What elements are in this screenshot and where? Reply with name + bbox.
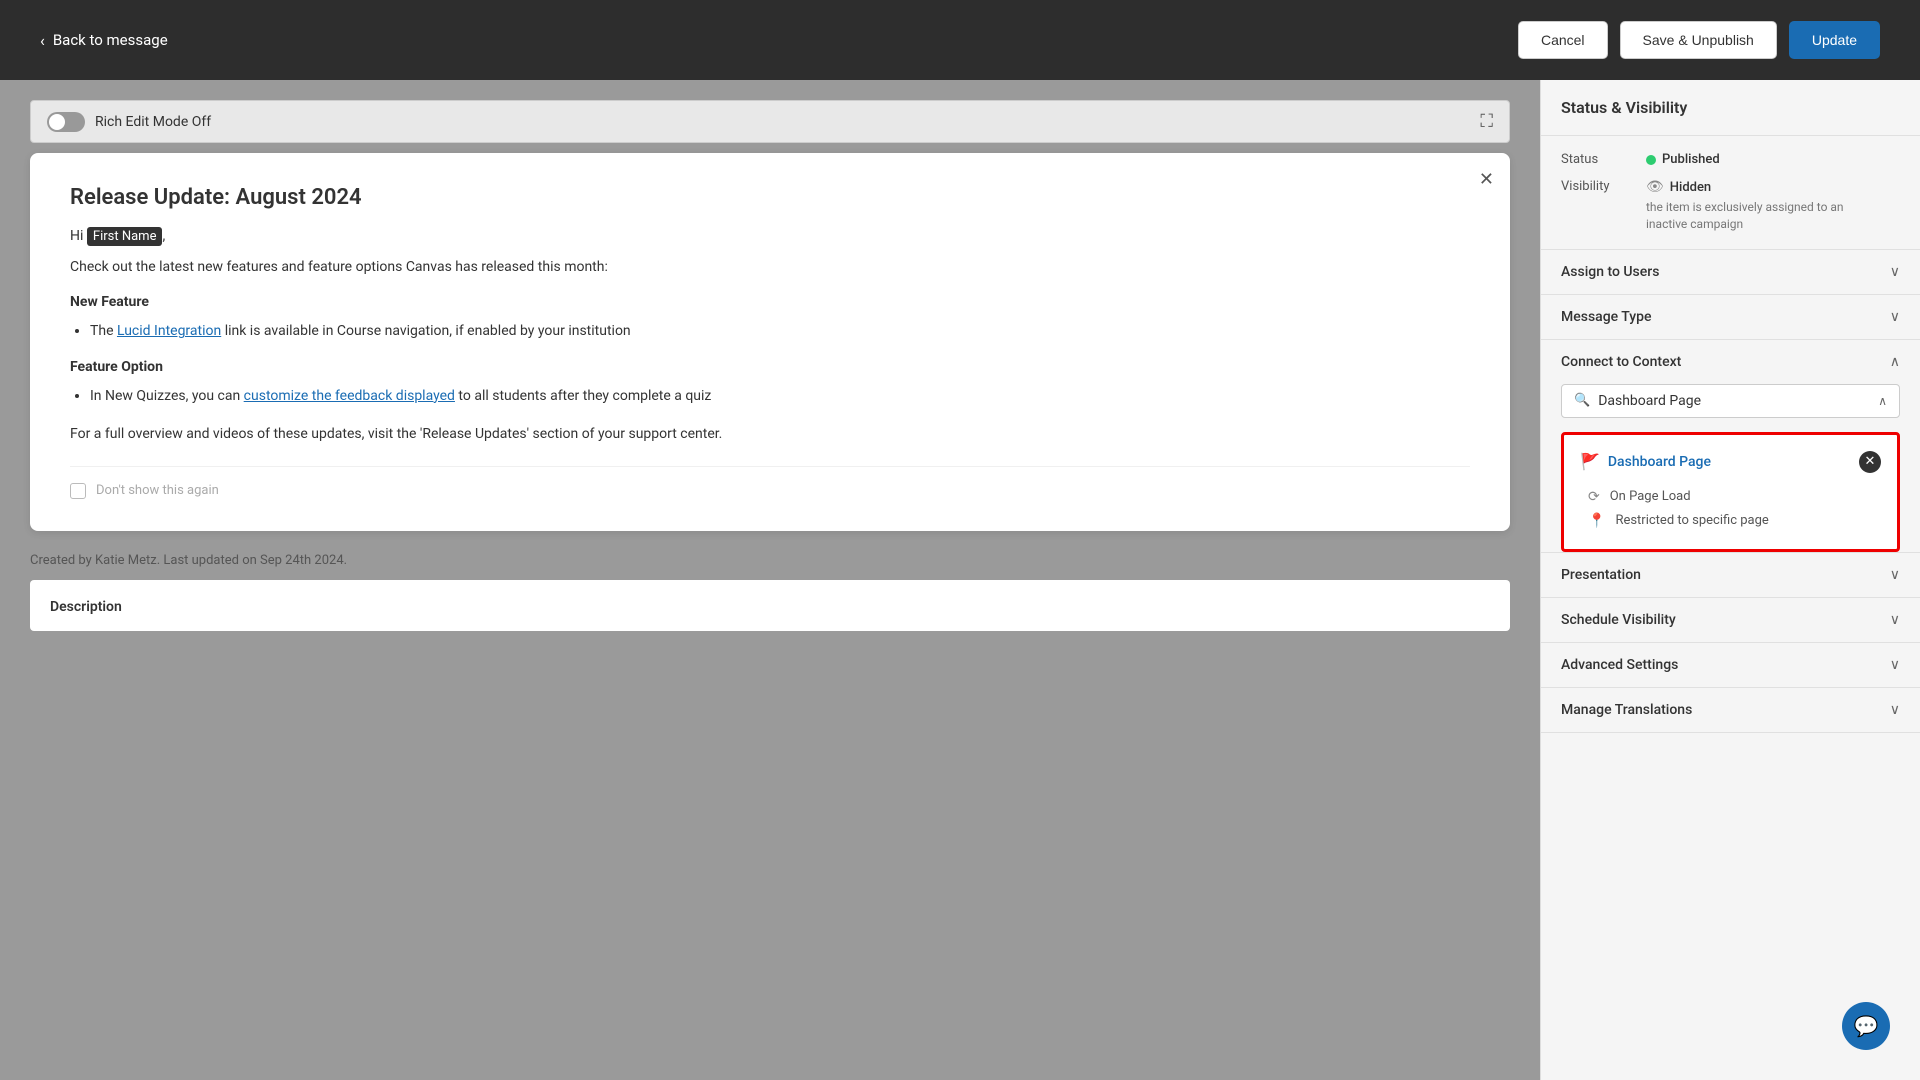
visibility-label: Visibility bbox=[1561, 179, 1646, 194]
back-chevron-icon: ‹ bbox=[40, 31, 45, 50]
restricted-page-item: 📍 Restricted to specific page bbox=[1580, 509, 1881, 533]
context-item-label: Dashboard Page bbox=[1608, 454, 1711, 470]
advanced-settings-header[interactable]: Advanced Settings ∨ bbox=[1541, 643, 1920, 687]
description-title: Description bbox=[50, 599, 122, 615]
message-type-header[interactable]: Message Type ∨ bbox=[1541, 295, 1920, 339]
top-bar-actions: Cancel Save & Unpublish Update bbox=[1518, 21, 1880, 59]
status-section: Status Published Visibility 👁 Hidden the… bbox=[1541, 136, 1920, 250]
status-row: Status Published bbox=[1561, 152, 1900, 167]
rich-edit-toggle[interactable]: Rich Edit Mode Off bbox=[47, 112, 211, 132]
accordion-advanced-settings: Advanced Settings ∨ bbox=[1541, 643, 1920, 688]
visibility-row: Visibility 👁 Hidden the item is exclusiv… bbox=[1561, 179, 1900, 233]
chat-icon: 💬 bbox=[1854, 1014, 1879, 1038]
connect-context-body: 🔍 Dashboard Page ∧ bbox=[1541, 384, 1920, 432]
message-title: Release Update: August 2024 bbox=[70, 185, 1470, 210]
message-close-button[interactable]: ✕ bbox=[1479, 169, 1494, 190]
save-unpublish-button[interactable]: Save & Unpublish bbox=[1620, 21, 1777, 59]
dont-show-row: Don't show this again bbox=[70, 466, 1470, 499]
section1-title: New Feature bbox=[70, 294, 1470, 310]
context-search-text: Dashboard Page bbox=[1598, 393, 1870, 409]
customize-feedback-link[interactable]: customize the feedback displayed bbox=[244, 388, 455, 404]
rich-edit-bar: Rich Edit Mode Off ⛶ bbox=[30, 100, 1510, 143]
manage-translations-chevron-icon: ∨ bbox=[1890, 702, 1900, 718]
description-section: Description bbox=[30, 580, 1510, 631]
on-page-load-label: On Page Load bbox=[1610, 489, 1691, 504]
context-dropdown: 🚩 Dashboard Page ✕ ⟳ On Page Load 📍 Rest… bbox=[1561, 432, 1900, 552]
rich-edit-toggle-switch[interactable] bbox=[47, 112, 85, 132]
accordion-manage-translations: Manage Translations ∨ bbox=[1541, 688, 1920, 733]
sidebar: Status & Visibility Status Published Vis… bbox=[1540, 80, 1920, 1080]
chat-button[interactable]: 💬 bbox=[1842, 1002, 1890, 1050]
rich-edit-label: Rich Edit Mode Off bbox=[95, 114, 211, 130]
lucid-integration-link[interactable]: Lucid Integration bbox=[117, 323, 221, 339]
context-search-chevron-icon: ∧ bbox=[1878, 394, 1887, 408]
expand-icon[interactable]: ⛶ bbox=[1480, 111, 1493, 132]
status-label: Status bbox=[1561, 152, 1646, 167]
visibility-content: 👁 Hidden the item is exclusively assigne… bbox=[1646, 179, 1866, 233]
back-to-message-link[interactable]: ‹ Back to message bbox=[40, 31, 168, 50]
section1-list: The Lucid Integration link is available … bbox=[90, 320, 1470, 342]
message-type-title: Message Type bbox=[1561, 309, 1652, 325]
accordion-presentation: Presentation ∨ bbox=[1541, 553, 1920, 598]
accordion-message-type: Message Type ∨ bbox=[1541, 295, 1920, 340]
flag-icon: 🚩 bbox=[1580, 452, 1600, 471]
status-published: Published bbox=[1646, 152, 1720, 167]
published-dot-icon bbox=[1646, 155, 1656, 165]
visibility-value: Hidden bbox=[1670, 180, 1711, 195]
main-content: Rich Edit Mode Off ⛶ ✕ Release Update: A… bbox=[0, 80, 1540, 1080]
assign-users-chevron-icon: ∨ bbox=[1890, 264, 1900, 280]
first-name-badge: First Name bbox=[87, 227, 163, 246]
message-greeting: Hi First Name, bbox=[70, 228, 1470, 244]
presentation-header[interactable]: Presentation ∨ bbox=[1541, 553, 1920, 597]
manage-translations-header[interactable]: Manage Translations ∨ bbox=[1541, 688, 1920, 732]
schedule-visibility-header[interactable]: Schedule Visibility ∨ bbox=[1541, 598, 1920, 642]
presentation-title: Presentation bbox=[1561, 567, 1641, 583]
message-type-chevron-icon: ∨ bbox=[1890, 309, 1900, 325]
schedule-visibility-chevron-icon: ∨ bbox=[1890, 612, 1900, 628]
list-item: In New Quizzes, you can customize the fe… bbox=[90, 385, 1470, 407]
context-search-bar[interactable]: 🔍 Dashboard Page ∧ bbox=[1561, 384, 1900, 418]
list-item: The Lucid Integration link is available … bbox=[90, 320, 1470, 342]
sidebar-header: Status & Visibility bbox=[1541, 80, 1920, 136]
advanced-settings-title: Advanced Settings bbox=[1561, 657, 1678, 673]
loader-icon: ⟳ bbox=[1588, 489, 1600, 505]
context-dropdown-item: 🚩 Dashboard Page ✕ bbox=[1580, 451, 1881, 473]
created-by-text: Created by Katie Metz. Last updated on S… bbox=[0, 541, 1540, 580]
top-bar: ‹ Back to message Cancel Save & Unpublis… bbox=[0, 0, 1920, 80]
visibility-description: the item is exclusively assigned to an i… bbox=[1646, 199, 1866, 233]
connect-context-chevron-icon: ∧ bbox=[1890, 354, 1900, 370]
on-page-load-item: ⟳ On Page Load bbox=[1580, 485, 1881, 509]
section2-list: In New Quizzes, you can customize the fe… bbox=[90, 385, 1470, 407]
update-button[interactable]: Update bbox=[1789, 21, 1880, 59]
accordion-connect-context: Connect to Context ∧ 🔍 Dashboard Page ∧ … bbox=[1541, 340, 1920, 553]
dont-show-label: Don't show this again bbox=[96, 483, 219, 498]
cancel-button[interactable]: Cancel bbox=[1518, 21, 1608, 59]
context-remove-button[interactable]: ✕ bbox=[1859, 451, 1881, 473]
message-footer-text: For a full overview and videos of these … bbox=[70, 423, 1470, 445]
location-icon: 📍 bbox=[1588, 513, 1605, 529]
assign-users-title: Assign to Users bbox=[1561, 264, 1659, 280]
section2-title: Feature Option bbox=[70, 359, 1470, 375]
message-intro: Check out the latest new features and fe… bbox=[70, 256, 1470, 278]
status-value: Published bbox=[1662, 152, 1720, 167]
accordion-assign-users: Assign to Users ∨ bbox=[1541, 250, 1920, 295]
advanced-settings-chevron-icon: ∨ bbox=[1890, 657, 1900, 673]
connect-context-header[interactable]: Connect to Context ∧ bbox=[1541, 340, 1920, 384]
message-card: ✕ Release Update: August 2024 Hi First N… bbox=[30, 153, 1510, 531]
restricted-label: Restricted to specific page bbox=[1615, 513, 1768, 528]
greeting-text: Hi bbox=[70, 228, 83, 244]
hidden-badge: 👁 Hidden bbox=[1646, 179, 1866, 195]
dont-show-checkbox[interactable] bbox=[70, 483, 86, 499]
assign-users-header[interactable]: Assign to Users ∨ bbox=[1541, 250, 1920, 294]
manage-translations-title: Manage Translations bbox=[1561, 702, 1692, 718]
hidden-icon: 👁 bbox=[1646, 179, 1664, 195]
accordion-schedule-visibility: Schedule Visibility ∨ bbox=[1541, 598, 1920, 643]
context-item-link[interactable]: 🚩 Dashboard Page bbox=[1580, 452, 1711, 471]
back-label: Back to message bbox=[53, 31, 168, 49]
connect-context-title: Connect to Context bbox=[1561, 354, 1681, 370]
presentation-chevron-icon: ∨ bbox=[1890, 567, 1900, 583]
schedule-visibility-title: Schedule Visibility bbox=[1561, 612, 1676, 628]
search-icon: 🔍 bbox=[1574, 393, 1590, 408]
